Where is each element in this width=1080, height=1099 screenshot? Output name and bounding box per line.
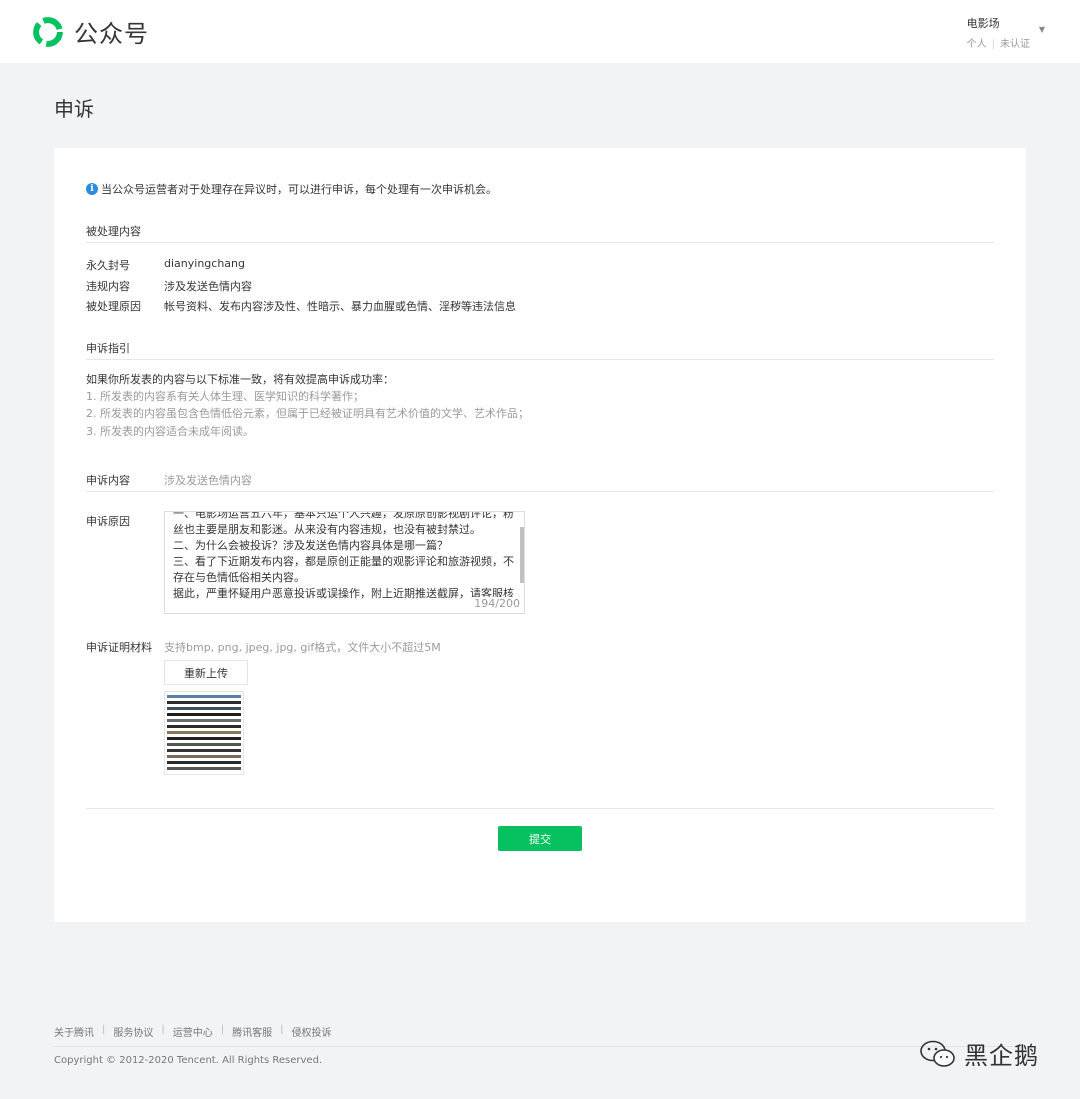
processed-value: 涉及发送色情内容 bbox=[164, 280, 252, 293]
appeal-reason-textarea[interactable]: 一、电影场运营五六年，基本只运个人兴趣，发原原创影视剧评论，粉 丝也主要是朋友和… bbox=[164, 511, 525, 614]
footer-link[interactable]: 服务协议 bbox=[113, 1024, 153, 1039]
char-count: 194/200 bbox=[472, 597, 520, 610]
processed-label: 永久封号 bbox=[86, 259, 130, 272]
account-menu[interactable]: 电影场 个人 | 未认证 bbox=[967, 15, 1030, 50]
footer-link[interactable]: 关于腾讯 bbox=[54, 1024, 94, 1039]
reason-line: 据此，严重怀疑用户恶意投诉或误操作，附上近期推送截屏，请客服核 bbox=[173, 587, 514, 600]
submit-button[interactable]: 提交 bbox=[498, 826, 582, 851]
processed-label: 被处理原因 bbox=[86, 300, 141, 313]
account-name: 电影场 bbox=[966, 17, 1000, 30]
logo[interactable]: 公众号 bbox=[31, 14, 149, 49]
divider bbox=[86, 491, 994, 492]
notice: i 当公众号运营者对于处理存在异议时，可以进行申诉，每个处理有一次申诉机会。 bbox=[86, 181, 497, 197]
divider bbox=[86, 808, 994, 809]
evidence-label: 申诉证明材料 bbox=[86, 641, 152, 654]
reason-line: 一、电影场运营五六年，基本只运个人兴趣，发原原创影视剧评论，粉 bbox=[173, 511, 514, 520]
watermark: 黑企鹅 bbox=[918, 1036, 1039, 1071]
textarea-scrollbar[interactable] bbox=[520, 527, 524, 583]
appeal-reason-text[interactable]: 一、电影场运营五六年，基本只运个人兴趣，发原原创影视剧评论，粉 丝也主要是朋友和… bbox=[173, 511, 519, 602]
footer-link[interactable]: 侵权投诉 bbox=[292, 1024, 332, 1039]
account-info: 个人 | 未认证 bbox=[966, 39, 1030, 50]
reason-line: 三、看了下近期发布内容，都是原创正能量的观影评论和旅游视频，不 bbox=[173, 555, 514, 568]
appeal-content-label: 申诉内容 bbox=[86, 474, 130, 487]
notice-text: 当公众号运营者对于处理存在异议时，可以进行申诉，每个处理有一次申诉机会。 bbox=[101, 183, 497, 196]
copyright: Copyright © 2012-2020 Tencent. All Right… bbox=[54, 1055, 323, 1066]
chevron-down-icon[interactable]: ▼ bbox=[1039, 25, 1045, 34]
top-bar: 公众号 电影场 个人 | 未认证 ▼ bbox=[0, 0, 1080, 63]
footer-links: 关于腾讯 | 服务协议 | 运营中心 | 腾讯客服 | 侵权投诉 bbox=[54, 1024, 332, 1039]
footer-link[interactable]: 运营中心 bbox=[173, 1024, 213, 1039]
reason-line: 存在与色情低俗相关内容。 bbox=[173, 571, 305, 584]
reason-line: 二、为什么会被投诉？涉及发送色情内容具体是哪一篇？ bbox=[173, 539, 448, 552]
appeal-content-value: 涉及发送色情内容 bbox=[164, 474, 252, 487]
footer-divider bbox=[54, 1046, 1026, 1047]
guide-item: 1. 所发表的内容系有关人体生理、医学知识的科学著作； bbox=[86, 390, 364, 403]
processed-value: 帐号资料、发布内容涉及性、性暗示、暴力血腥或色情、淫秽等违法信息 bbox=[164, 300, 516, 313]
guide-intro: 如果你所发表的内容与以下标准一致，将有效提高申诉成功率： bbox=[86, 373, 394, 386]
wechat-icon bbox=[920, 1040, 955, 1067]
page-title: 申诉 bbox=[54, 97, 94, 121]
info-icon: i bbox=[86, 183, 98, 195]
reupload-button[interactable]: 重新上传 bbox=[164, 660, 248, 685]
processed-value: dianyingchang bbox=[164, 257, 245, 270]
watermark-text: 黑企鹅 bbox=[964, 1042, 1039, 1070]
reason-line: 丝也主要是朋友和影迷。从来没有内容违规，也没有被封禁过。 bbox=[173, 523, 481, 536]
footer-link[interactable]: 腾讯客服 bbox=[232, 1024, 272, 1039]
wechat-official-logo-icon bbox=[33, 16, 63, 47]
divider bbox=[86, 359, 994, 360]
appeal-reason-label: 申诉原因 bbox=[86, 515, 130, 528]
account-status: 未认证 bbox=[1000, 39, 1030, 50]
evidence-thumbnail[interactable] bbox=[164, 691, 244, 775]
appeal-card: i 当公众号运营者对于处理存在异议时，可以进行申诉，每个处理有一次申诉机会。 被… bbox=[54, 148, 1026, 922]
logo-text: 公众号 bbox=[74, 20, 149, 48]
processed-section-title: 被处理内容 bbox=[86, 225, 141, 238]
guide-item: 2. 所发表的内容虽包含色情低俗元素，但属于已经被证明具有艺术价值的文学、艺术作… bbox=[86, 407, 529, 420]
divider bbox=[86, 242, 994, 243]
guide-item: 3. 所发表的内容适合未成年阅读。 bbox=[86, 425, 254, 438]
processed-label: 违规内容 bbox=[86, 280, 130, 293]
evidence-hint: 支持bmp, png, jpeg, jpg, gif格式，文件大小不超过5M bbox=[164, 641, 441, 654]
account-type: 个人 bbox=[966, 39, 987, 50]
guide-section-title: 申诉指引 bbox=[86, 342, 130, 355]
